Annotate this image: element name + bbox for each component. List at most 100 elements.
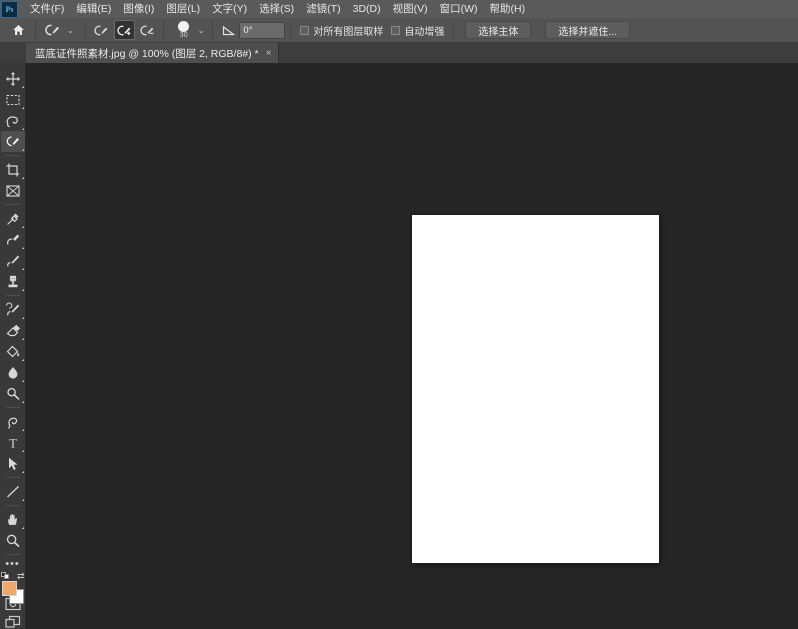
brush-subtract-selection-icon bbox=[140, 25, 154, 35]
divider bbox=[212, 21, 214, 39]
divider bbox=[35, 21, 36, 39]
divider bbox=[5, 204, 20, 205]
brush-new-selection-icon bbox=[94, 25, 108, 35]
tool-more-indicator bbox=[21, 317, 24, 319]
svg-text:T: T bbox=[9, 435, 17, 450]
tool-clone-stamp[interactable] bbox=[1, 271, 25, 292]
eyedropper-icon bbox=[6, 213, 18, 225]
move-icon bbox=[5, 71, 20, 86]
healing-brush-icon bbox=[6, 234, 19, 245]
tools-panel: T ••• ⇄ bbox=[0, 63, 26, 629]
menu-items-group: 文件(F) 编辑(E) 图像(I) 图层(L) 文字(Y) 选择(S) 滤镜(T) 3D(D)… bbox=[24, 0, 531, 18]
zoom-magnifier-icon bbox=[6, 534, 20, 547]
angle-control: 0° bbox=[222, 21, 286, 39]
select-subject-button[interactable]: 选择主体 bbox=[465, 21, 532, 39]
tool-more-indicator bbox=[21, 401, 24, 403]
tool-history-brush[interactable] bbox=[1, 299, 25, 320]
photoshop-logo-icon: Ps bbox=[1, 0, 18, 18]
tool-spot-healing[interactable] bbox=[1, 229, 25, 250]
divider bbox=[5, 505, 20, 506]
line-shape-icon bbox=[6, 485, 19, 497]
color-swatches: ⇄ bbox=[0, 572, 25, 605]
menu-layer[interactable]: 图层(L) bbox=[160, 0, 206, 18]
subtract-from-selection-mode[interactable] bbox=[137, 20, 158, 40]
select-and-mask-button[interactable]: 选择并遮住... bbox=[545, 21, 630, 39]
tool-eyedropper[interactable] bbox=[1, 208, 25, 229]
divider bbox=[5, 407, 20, 408]
menu-3d[interactable]: 3D(D) bbox=[347, 0, 387, 18]
tool-more-indicator bbox=[21, 289, 24, 291]
menu-window[interactable]: 窗口(W) bbox=[434, 0, 484, 18]
tool-gradient[interactable] bbox=[1, 341, 25, 362]
tool-quick-selection[interactable] bbox=[0, 131, 25, 152]
menu-image[interactable]: 图像(I) bbox=[117, 0, 160, 18]
menu-file[interactable]: 文件(F) bbox=[24, 0, 70, 18]
document-tab[interactable]: 蓝底证件照素材.jpg @ 100% (图层 2, RGB/8#) * × bbox=[26, 43, 280, 63]
path-selection-arrow-icon bbox=[8, 457, 18, 470]
dodge-icon bbox=[6, 387, 20, 400]
divider bbox=[5, 155, 20, 156]
document-canvas[interactable] bbox=[412, 215, 659, 563]
tool-more-indicator bbox=[21, 268, 24, 270]
auto-enhance-checkbox[interactable] bbox=[391, 25, 401, 35]
auto-enhance-label: 自动增强 bbox=[404, 26, 445, 38]
tool-zoom[interactable] bbox=[1, 530, 25, 551]
pen-icon bbox=[7, 417, 17, 429]
photoshop-window: Ps 文件(F) 编辑(E) 图像(I) 图层(L) 文字(Y) 选择(S) 滤镜(T) 3D… bbox=[0, 0, 798, 629]
tool-more-indicator bbox=[21, 380, 24, 382]
add-to-selection-mode[interactable] bbox=[113, 20, 135, 40]
canvas-area[interactable] bbox=[27, 63, 798, 629]
menu-filter[interactable]: 滤镜(T) bbox=[300, 0, 346, 18]
tool-type[interactable]: T bbox=[1, 432, 25, 453]
tool-more-indicator bbox=[21, 471, 24, 473]
tool-blur[interactable] bbox=[1, 362, 25, 383]
tool-shape[interactable] bbox=[1, 481, 25, 502]
menu-select[interactable]: 选择(S) bbox=[253, 0, 300, 18]
tool-move[interactable] bbox=[1, 68, 25, 89]
hand-icon bbox=[7, 513, 17, 525]
auto-enhance-checkbox-group[interactable]: 自动增强 bbox=[387, 23, 448, 38]
brush-size-value: 30 bbox=[179, 32, 188, 39]
menu-edit[interactable]: 编辑(E) bbox=[70, 0, 117, 18]
tool-more-indicator bbox=[21, 527, 24, 529]
sample-all-layers-checkbox[interactable] bbox=[300, 25, 310, 35]
tool-more-indicator bbox=[21, 86, 24, 88]
home-icon[interactable] bbox=[6, 19, 30, 41]
tool-brush[interactable] bbox=[1, 250, 25, 271]
tool-lasso[interactable] bbox=[1, 110, 25, 131]
menu-help[interactable]: 帮助(H) bbox=[484, 0, 532, 18]
tool-path-selection[interactable] bbox=[1, 453, 25, 474]
close-icon[interactable]: × bbox=[266, 48, 272, 59]
menu-view[interactable]: 视图(V) bbox=[387, 0, 434, 18]
new-selection-mode[interactable] bbox=[91, 20, 112, 40]
default-colors-icon[interactable] bbox=[0, 572, 9, 580]
tool-hand[interactable] bbox=[1, 509, 25, 530]
crop-icon bbox=[6, 163, 19, 176]
brush-icon bbox=[6, 255, 19, 266]
tool-eraser[interactable] bbox=[1, 320, 25, 341]
tool-rectangular-select[interactable] bbox=[1, 89, 25, 110]
tool-more-indicator bbox=[21, 359, 24, 361]
tool-pen[interactable] bbox=[1, 411, 25, 432]
tool-crop[interactable] bbox=[1, 159, 25, 180]
brush-chevron-down-icon[interactable]: ⌄ bbox=[195, 26, 208, 35]
divider bbox=[5, 295, 20, 296]
ellipsis-more-tools-icon[interactable]: ••• bbox=[1, 558, 25, 571]
frame-icon bbox=[5, 184, 20, 197]
foreground-color-swatch[interactable] bbox=[1, 581, 17, 597]
swap-colors-icon[interactable]: ⇄ bbox=[17, 572, 25, 581]
tool-preset-picker[interactable]: ⌄ bbox=[41, 20, 80, 40]
brush-size-picker[interactable]: 30 bbox=[173, 20, 195, 40]
selection-mode-group bbox=[91, 20, 158, 40]
chevron-down-icon[interactable]: ⌄ bbox=[64, 26, 77, 35]
sample-all-layers-checkbox-group[interactable]: 对所有图层取样 bbox=[296, 23, 387, 38]
screen-mode-icon[interactable] bbox=[3, 615, 23, 629]
document-tab-bar: 蓝底证件照素材.jpg @ 100% (图层 2, RGB/8#) * × bbox=[0, 43, 798, 63]
menu-bar: Ps 文件(F) 编辑(E) 图像(I) 图层(L) 文字(Y) 选择(S) 滤镜(T) 3D… bbox=[0, 0, 798, 18]
tool-more-indicator bbox=[21, 338, 24, 340]
tool-dodge[interactable] bbox=[1, 383, 25, 404]
angle-input[interactable]: 0° bbox=[239, 21, 286, 39]
menu-type[interactable]: 文字(Y) bbox=[206, 0, 253, 18]
tool-frame[interactable] bbox=[1, 180, 25, 201]
history-brush-icon bbox=[5, 302, 19, 315]
